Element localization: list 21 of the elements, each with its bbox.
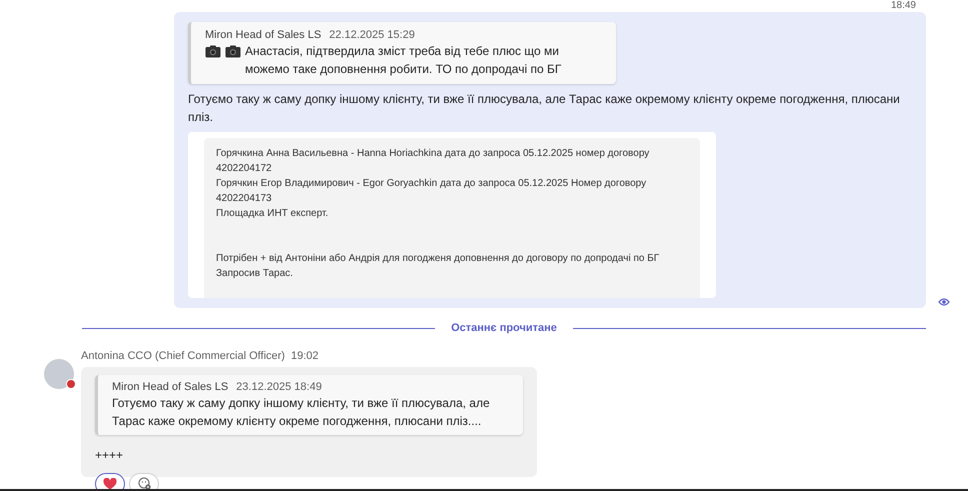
message-time: 19:02 [290, 348, 318, 362]
attachment-text: Запросив Тарас. [216, 267, 294, 281]
quote-author: Miron Head of Sales LS [205, 28, 322, 42]
attachment-text: Горячкина Анна Васильевна - Hanna Horiachkina дата до запроса 05.12.2025 номер договору 4202204172 [216, 147, 650, 176]
attachment-text: Площадка ИНТ експерт. [216, 207, 330, 221]
quote-timestamp: 23.12.2025 18:49 [236, 380, 322, 394]
attachment-text: Горячкин Егор Владимирович - Egor Goryachkin дата до запроса 05.12.2025 Номер договору 4202204173 [216, 177, 648, 206]
quote-text: Готуємо таку ж саму допку іншому клієнту, ти вже її плюсувала, але Тарас каже окремому клієнту окреме погодження, плюсани пліз.... [112, 394, 491, 430]
attachment-text: Потрібен + від Антоніни або Андрія для погодженя доповнення до договору по допродачі по БГ [216, 252, 660, 266]
camera-icon [225, 45, 241, 58]
avatar[interactable] [44, 358, 74, 388]
sender-name: Antonina CCO (Chief Commercial Officer) [81, 348, 285, 362]
message-text: ++++ [95, 448, 124, 462]
camera-icon [205, 45, 221, 58]
heart-icon [103, 478, 117, 489]
last-read-divider-label: Останнє прочитане [451, 321, 557, 336]
quote-timestamp: 22.12.2025 15:29 [329, 28, 415, 42]
message-time: 18:49 [890, 0, 916, 12]
quote-text: Анастасія, підтвердила зміст треба від тебе плюс що ми можемо таке доповнення робити. ТО по допродачі по БГ [245, 43, 562, 78]
message-text: Готуємо таку ж саму допку іншому клієнту, ти вже її плюсувала, але Тарас каже окремому клієнту окреме погодження, плюсани пліз. [188, 91, 901, 126]
quote-author: Miron Head of Sales LS [112, 380, 228, 394]
